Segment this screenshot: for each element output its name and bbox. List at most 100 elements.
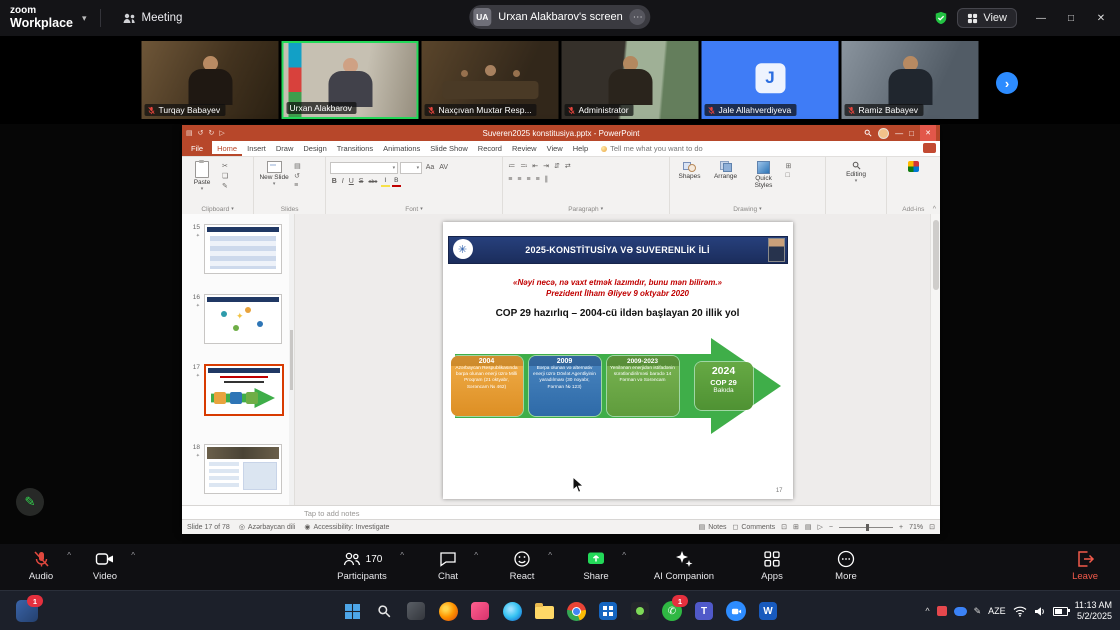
align-center-icon[interactable]: ≡ [516, 175, 523, 185]
add-ins-button[interactable] [897, 159, 929, 172]
ai-companion-button[interactable]: AI Companion [641, 547, 727, 582]
tab-meeting[interactable]: Meeting [114, 8, 191, 28]
dialog-launcher-icon[interactable]: ▾ [601, 207, 604, 212]
pink-app[interactable] [469, 600, 491, 622]
next-participants-button[interactable]: › [996, 72, 1018, 94]
whatsapp-app[interactable]: ✆ 1 [661, 600, 683, 622]
redo-icon[interactable]: ↻ [209, 129, 215, 137]
paste-button[interactable]: Paste ▾ [186, 159, 218, 192]
search-button[interactable] [373, 600, 395, 622]
copy-icon[interactable]: ❏ [222, 172, 228, 180]
zoom-app[interactable] [725, 600, 747, 622]
taskbar-clock[interactable]: 11:13 AM 5/2/2025 [1075, 600, 1112, 623]
bold-icon[interactable]: B [330, 177, 338, 187]
justify-icon[interactable]: ≡ [534, 175, 541, 185]
account-avatar[interactable] [878, 128, 889, 139]
chevron-up-icon[interactable]: ^ [548, 551, 552, 560]
ppt-share-button[interactable] [923, 143, 936, 153]
new-slide-button[interactable]: New Slide ▾ [258, 159, 290, 187]
zoom-out-icon[interactable]: − [829, 524, 833, 531]
thumbnail-scrollbar[interactable] [289, 214, 294, 505]
chevron-up-icon[interactable]: ^ [67, 551, 71, 560]
slide-thumbnail-selected[interactable]: 17✦ [190, 364, 284, 416]
indent-less-icon[interactable]: ⇤ [531, 162, 540, 172]
close-button[interactable]: ✕ [1086, 4, 1116, 32]
quick-styles-button[interactable]: Quick Styles [746, 159, 782, 189]
reading-view-icon[interactable]: ▤ [805, 523, 812, 531]
notes-pane[interactable]: Tap to add notes [182, 505, 940, 520]
dialog-launcher-icon[interactable]: ▾ [759, 207, 762, 212]
start-slideshow-icon[interactable]: ▷ [219, 129, 224, 137]
layout-icon[interactable]: ▤ [294, 162, 301, 170]
share-button[interactable]: Share ^ [567, 547, 625, 582]
taskbar-notification-icon[interactable]: 1 [16, 600, 38, 622]
slide-thumbnail[interactable]: 18✦ [190, 444, 282, 494]
participant-tile[interactable]: Turqay Babayev [142, 41, 279, 119]
slide-canvas[interactable]: ✳ 2025-KONSTİTUSİYA VƏ SUVERENLİK İLİ «N… [443, 222, 793, 499]
save-icon[interactable]: ▤ [186, 129, 193, 137]
slide-thumbnail[interactable]: 16✦ ✦ [190, 294, 282, 344]
line-spacing-icon[interactable]: ⇵ [553, 162, 562, 172]
slide-thumbnail[interactable]: 15✦ [190, 224, 282, 274]
fit-slide-icon[interactable]: ⊡ [929, 523, 935, 531]
menu-design[interactable]: Design [298, 141, 331, 156]
search-icon[interactable] [864, 129, 872, 137]
grow-font-icon[interactable]: Aa [424, 163, 436, 173]
blue-grid-app[interactable] [597, 600, 619, 622]
arrange-button[interactable]: Arrange [710, 159, 742, 180]
chevron-up-icon[interactable]: ^ [400, 551, 404, 560]
view-button[interactable]: View [957, 8, 1017, 28]
pen-icon[interactable]: ✎ [974, 606, 982, 617]
slide-sorter-view-icon[interactable]: ⊞ [793, 523, 799, 531]
align-left-icon[interactable]: ≡ [507, 175, 514, 185]
participant-tile[interactable]: J Jale Allahverdiyeva [702, 41, 839, 119]
zoom-in-icon[interactable]: + [899, 524, 903, 531]
align-right-icon[interactable]: ≡ [525, 175, 532, 185]
underline-icon[interactable]: U [347, 177, 355, 187]
maximize-button[interactable]: □ [1056, 4, 1086, 32]
italic-icon[interactable]: I [340, 177, 345, 187]
participant-tile[interactable]: Naxçıvan Muxtar Resp... [422, 41, 559, 119]
menu-review[interactable]: Review [507, 141, 542, 156]
menu-record[interactable]: Record [473, 141, 507, 156]
slideshow-view-icon[interactable]: ▷ [818, 523, 823, 531]
tell-me-box[interactable]: Tell me what you want to do [601, 141, 703, 156]
onedrive-icon[interactable] [954, 607, 967, 616]
volume-icon[interactable] [1034, 606, 1046, 617]
dialog-launcher-icon[interactable]: ▾ [420, 207, 423, 212]
word-app[interactable]: W [757, 600, 779, 622]
menu-view[interactable]: View [542, 141, 568, 156]
file-explorer-app[interactable] [533, 600, 555, 622]
zoom-slider[interactable] [839, 527, 893, 528]
wifi-icon[interactable] [1013, 605, 1027, 617]
firefox-app[interactable] [437, 600, 459, 622]
tray-expand-icon[interactable]: ^ [925, 606, 929, 616]
format-painter-icon[interactable]: ✎ [222, 182, 228, 190]
ppt-maximize-button[interactable]: □ [909, 129, 914, 138]
menu-insert[interactable]: Insert [242, 141, 271, 156]
menu-home[interactable]: Home [212, 141, 242, 156]
menu-slideshow[interactable]: Slide Show [425, 141, 473, 156]
menu-draw[interactable]: Draw [271, 141, 299, 156]
menu-file[interactable]: File [182, 141, 212, 156]
shrink-font-icon[interactable]: AV [438, 163, 450, 173]
task-view-button[interactable] [405, 600, 427, 622]
chevron-up-icon[interactable]: ^ [474, 551, 478, 560]
teams-app[interactable]: T [693, 600, 715, 622]
start-button[interactable] [341, 600, 363, 622]
chat-button[interactable]: Chat ^ [419, 547, 477, 582]
undo-icon[interactable]: ↺ [198, 129, 204, 137]
screen-share-pill[interactable]: UA Urxan Alakbarov's screen ⋯ [469, 5, 650, 29]
clear-formatting-icon[interactable]: abc [367, 177, 379, 187]
more-options-icon[interactable]: ⋯ [630, 9, 646, 25]
react-button[interactable]: React ^ [493, 547, 551, 582]
reset-icon[interactable]: ↺ [294, 172, 301, 180]
shapes-button[interactable]: Shapes [674, 159, 706, 180]
security-shield-icon[interactable] [934, 11, 948, 25]
font-size-combo[interactable]: ▾ [400, 162, 422, 174]
shape-outline-icon[interactable]: □ [786, 172, 792, 179]
tray-app-icon-red[interactable] [937, 606, 947, 616]
participants-button[interactable]: 170 Participants ^ [321, 547, 403, 582]
apps-button[interactable]: Apps [743, 547, 801, 582]
section-icon[interactable]: ≡ [294, 182, 301, 189]
